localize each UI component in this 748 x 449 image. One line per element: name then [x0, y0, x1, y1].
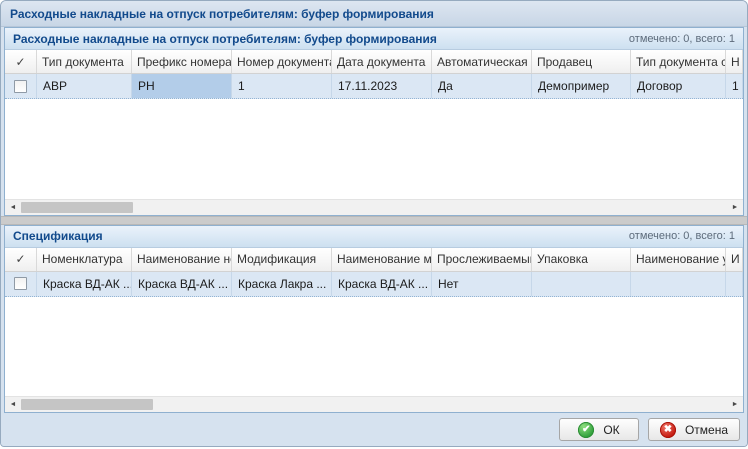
dialog-content: Расходные накладные на отпуск потребител… — [1, 27, 747, 413]
scroll-right-icon[interactable]: ► — [727, 200, 743, 215]
column-header-seller[interactable]: Продавец — [532, 50, 631, 73]
cell-clipped[interactable]: 1 — [726, 74, 743, 98]
row-checkbox[interactable] — [14, 80, 27, 93]
column-header-modification[interactable]: Модификация — [232, 248, 332, 271]
cell-doc-number[interactable]: 1 — [232, 74, 332, 98]
cell-number-prefix-selected[interactable]: РН — [132, 74, 232, 98]
buffer-panel-header: Расходные накладные на отпуск потребител… — [5, 28, 743, 50]
column-header-packaging-name[interactable]: Наименование упа — [631, 248, 726, 271]
footer-bar: ✔ ОК ✖ Отмена — [1, 413, 747, 446]
column-header-number-prefix[interactable]: Префикс номера д — [132, 50, 232, 73]
column-header-traceable[interactable]: Прослеживаемый т — [432, 248, 532, 271]
row-checkbox[interactable] — [14, 277, 27, 290]
scrollbar-track[interactable] — [21, 397, 727, 412]
cell-doc-type[interactable]: АВР — [37, 74, 132, 98]
spec-panel-title: Спецификация — [13, 229, 103, 243]
scrollbar-thumb[interactable] — [21, 202, 133, 213]
cell-seller[interactable]: Демопример — [532, 74, 631, 98]
dialog-window: Расходные накладные на отпуск потребител… — [0, 0, 748, 447]
spec-table-row[interactable]: Краска ВД-АК ... Краска ВД-АК ... Краска… — [5, 272, 743, 297]
check-icon: ✓ — [15, 55, 25, 69]
spec-panel: Спецификация отмечено: 0, всего: 1 ✓ Ном… — [4, 225, 744, 414]
cell-invoice-doc-type[interactable]: Договор — [631, 74, 726, 98]
spec-table-empty-area — [5, 297, 743, 397]
cell-clipped[interactable] — [726, 272, 743, 296]
check-column-header[interactable]: ✓ — [5, 50, 37, 73]
buffer-panel: Расходные накладные на отпуск потребител… — [4, 27, 744, 216]
spec-panel-counter: отмечено: 0, всего: 1 — [629, 230, 735, 242]
column-header-doc-date[interactable]: Дата документа — [332, 50, 432, 73]
check-column-header[interactable]: ✓ — [5, 248, 37, 271]
cancel-button[interactable]: ✖ Отмена — [648, 418, 740, 441]
scrollbar-thumb[interactable] — [21, 399, 153, 410]
panel-splitter[interactable] — [1, 216, 747, 225]
scroll-right-icon[interactable]: ► — [727, 397, 743, 412]
column-header-packaging[interactable]: Упаковка — [532, 248, 631, 271]
cell-modification-name[interactable]: Краска ВД-АК ... — [332, 272, 432, 296]
spec-table-header-row: ✓ Номенклатура Наименование ном Модифика… — [5, 248, 743, 272]
scrollbar-track[interactable] — [21, 200, 727, 215]
cell-traceable[interactable]: Нет — [432, 272, 532, 296]
ok-icon: ✔ — [578, 422, 594, 438]
column-header-doc-number[interactable]: Номер документа. — [232, 50, 332, 73]
column-header-nomenclature-name[interactable]: Наименование ном — [132, 248, 232, 271]
column-header-modification-name[interactable]: Наименование мод — [332, 248, 432, 271]
buffer-table-header-row: ✓ Тип документа Префикс номера д Номер д… — [5, 50, 743, 74]
scroll-left-icon[interactable]: ◄ — [5, 200, 21, 215]
cancel-icon: ✖ — [660, 422, 676, 438]
buffer-panel-title: Расходные накладные на отпуск потребител… — [13, 32, 437, 46]
column-header-doc-type[interactable]: Тип документа — [37, 50, 132, 73]
cell-doc-date[interactable]: 17.11.2023 — [332, 74, 432, 98]
check-icon: ✓ — [15, 252, 25, 266]
buffer-horizontal-scrollbar[interactable]: ◄ ► — [5, 199, 743, 215]
cell-packaging[interactable] — [532, 272, 631, 296]
scroll-left-icon[interactable]: ◄ — [5, 397, 21, 412]
row-checkbox-cell — [5, 74, 37, 98]
spec-horizontal-scrollbar[interactable]: ◄ ► — [5, 396, 743, 412]
column-header-invoice-doc-type[interactable]: Тип документа счё — [631, 50, 726, 73]
column-header-automatic[interactable]: Автоматическая ус — [432, 50, 532, 73]
ok-button[interactable]: ✔ ОК — [559, 418, 639, 441]
column-header-clipped[interactable]: И — [726, 248, 743, 271]
column-header-clipped[interactable]: Н — [726, 50, 743, 73]
spec-panel-header: Спецификация отмечено: 0, всего: 1 — [5, 226, 743, 248]
window-title: Расходные накладные на отпуск потребител… — [10, 7, 434, 21]
buffer-panel-counter: отмечено: 0, всего: 1 — [629, 33, 735, 45]
column-header-nomenclature[interactable]: Номенклатура — [37, 248, 132, 271]
ok-button-label: ОК — [603, 423, 619, 437]
buffer-table-row[interactable]: АВР РН 1 17.11.2023 Да Демопример Догово… — [5, 74, 743, 99]
cell-packaging-name[interactable] — [631, 272, 726, 296]
cancel-button-label: Отмена — [685, 423, 728, 437]
cell-modification[interactable]: Краска Лакра ... — [232, 272, 332, 296]
cell-nomenclature[interactable]: Краска ВД-АК ... — [37, 272, 132, 296]
buffer-table-empty-area — [5, 99, 743, 199]
row-checkbox-cell — [5, 272, 37, 296]
window-titlebar[interactable]: Расходные накладные на отпуск потребител… — [1, 1, 747, 27]
cell-automatic[interactable]: Да — [432, 74, 532, 98]
cell-nomenclature-name[interactable]: Краска ВД-АК ... — [132, 272, 232, 296]
